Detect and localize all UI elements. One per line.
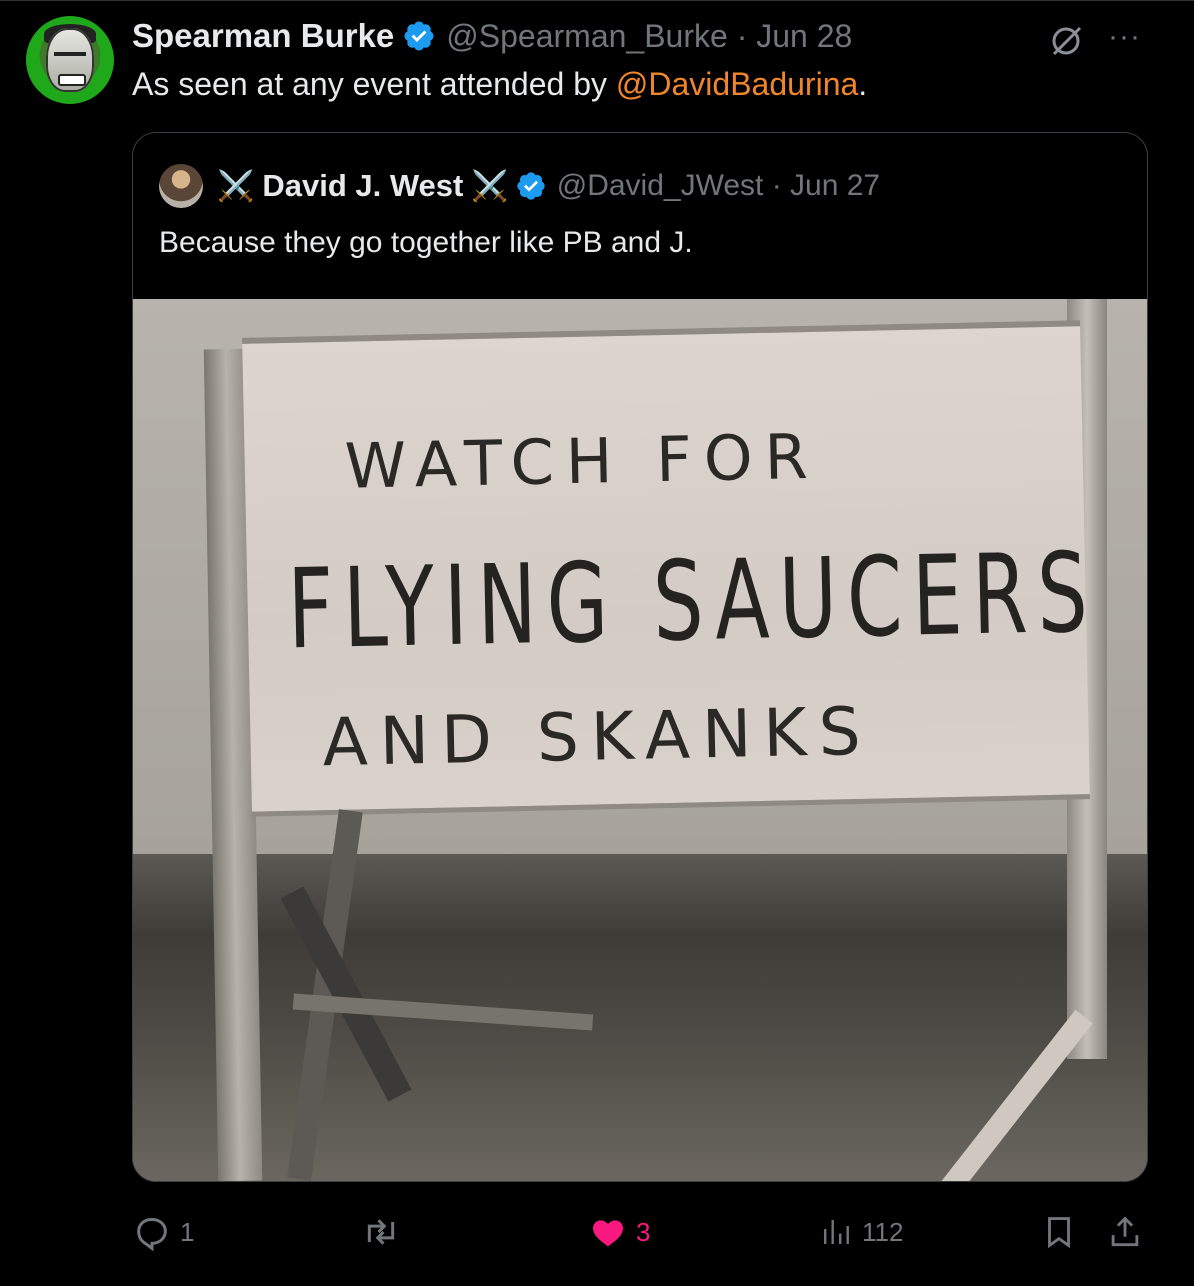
share-icon: [1111, 1216, 1139, 1247]
verified-badge-icon: [515, 170, 547, 202]
tweet-text-before: As seen at any event attended by: [132, 66, 616, 102]
repost-icon: [367, 1219, 395, 1245]
more-options-icon[interactable]: ···: [1108, 20, 1141, 54]
views-icon: [824, 1220, 849, 1244]
quoted-avatar[interactable]: [159, 164, 203, 208]
quoted-author-name[interactable]: David J. West: [262, 168, 463, 204]
tweet-text-after: .: [858, 66, 868, 102]
views-count: 112: [862, 1216, 904, 1247]
quoted-handle-date[interactable]: @David_JWest · Jun 27: [557, 169, 880, 203]
quoted-header: ⚔️ David J. West ⚔️ @David_JWest · Jun 2…: [159, 163, 880, 209]
heart-icon: [593, 1220, 623, 1247]
tweet-header: Spearman Burke @Spearman_Burke · Jun 28: [132, 16, 852, 56]
repost-button[interactable]: [360, 1212, 410, 1252]
crossed-swords-icon: ⚔️: [217, 169, 255, 203]
mention-link[interactable]: @DavidBadurina: [616, 66, 858, 102]
bookmark-icon: [1048, 1217, 1070, 1249]
verified-badge-icon: [402, 19, 436, 53]
share-button[interactable]: [1106, 1212, 1144, 1252]
grok-icon[interactable]: [1046, 20, 1086, 60]
like-button[interactable]: 3: [588, 1212, 650, 1252]
sign-text-line3: AND SKANKS: [321, 692, 874, 782]
views-button[interactable]: 112: [818, 1212, 903, 1252]
author-handle-date[interactable]: @Spearman_Burke · Jun 28: [446, 18, 852, 55]
crossed-swords-icon: ⚔️: [471, 169, 509, 203]
tweet-text: As seen at any event attended by @DavidB…: [132, 64, 867, 104]
sign-board: WATCH FOR FLYING SAUCERS AND SKANKS: [242, 320, 1099, 817]
sign-text-line2: FLYING SAUCERS: [286, 527, 1099, 674]
sign-text-line1: WATCH FOR: [344, 419, 821, 503]
reply-icon: [137, 1218, 167, 1252]
reply-button[interactable]: 1: [132, 1212, 194, 1252]
top-divider: [0, 0, 1194, 1]
quoted-photo[interactable]: WATCH FOR FLYING SAUCERS AND SKANKS: [133, 299, 1147, 1181]
avatar-mouth: [58, 74, 86, 86]
reply-count: 1: [180, 1216, 195, 1247]
author-avatar[interactable]: [26, 16, 114, 104]
quoted-tweet[interactable]: ⚔️ David J. West ⚔️ @David_JWest · Jun 2…: [132, 132, 1148, 1182]
avatar-eyes: [54, 52, 86, 62]
quoted-text: Because they go together like PB and J.: [159, 226, 693, 259]
like-count: 3: [636, 1216, 651, 1247]
action-bar: 1 3 112: [132, 1206, 1148, 1262]
bookmark-button[interactable]: [1040, 1212, 1078, 1252]
author-name[interactable]: Spearman Burke: [132, 17, 394, 55]
